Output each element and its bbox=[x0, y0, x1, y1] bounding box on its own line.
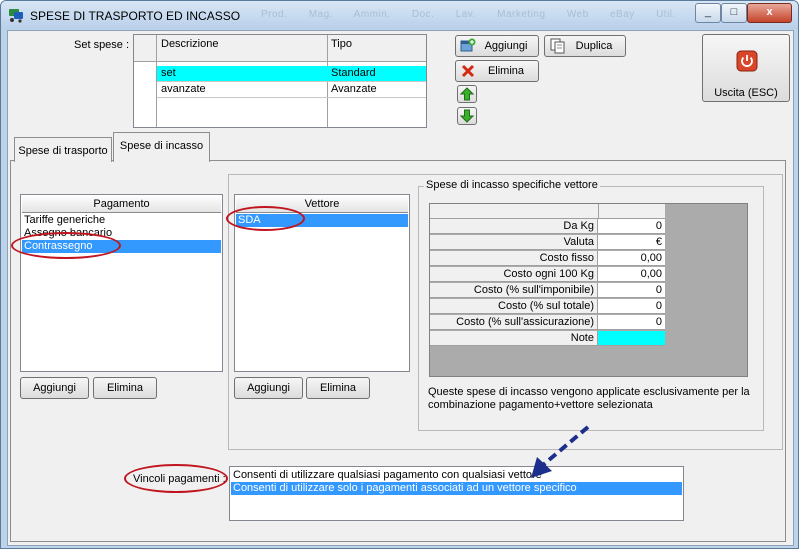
list-item-selected[interactable]: Consenti di utilizzare solo i pagamenti … bbox=[231, 482, 682, 495]
row-separator bbox=[157, 97, 426, 98]
uscita-button[interactable]: Uscita (ESC) bbox=[702, 34, 790, 102]
vettore-list-header[interactable]: Vettore bbox=[236, 196, 408, 213]
grid-divider bbox=[598, 204, 599, 218]
ghost-menu-item: eBay bbox=[610, 9, 635, 20]
spese-specifiche-legend: Spese di incasso specifiche vettore bbox=[424, 179, 600, 191]
grid-header bbox=[430, 204, 665, 219]
spec-row[interactable]: Da Kg 0 bbox=[430, 219, 665, 235]
pagamento-list-header[interactable]: Pagamento bbox=[22, 196, 221, 213]
title-bar[interactable]: SPESE DI TRASPORTO ED INCASSO Prod. Mag.… bbox=[1, 1, 798, 29]
move-up-button[interactable] bbox=[457, 85, 477, 103]
note-value-cell[interactable] bbox=[598, 331, 665, 346]
minimize-button[interactable]: _ bbox=[695, 3, 721, 23]
set-spese-label: Set spese : bbox=[74, 39, 130, 51]
spec-value[interactable]: 0 bbox=[598, 299, 665, 314]
ghost-menu-item: Lav. bbox=[455, 9, 476, 20]
vettore-aggiungi-button[interactable]: Aggiungi bbox=[234, 377, 303, 399]
vincoli-pagamenti-label: Vincoli pagamenti : bbox=[133, 473, 226, 485]
arrow-down-icon bbox=[460, 109, 474, 123]
spec-row[interactable]: Note bbox=[430, 331, 665, 347]
pagamento-aggiungi-button[interactable]: Aggiungi bbox=[20, 377, 89, 399]
spec-label: Costo (% sull'imponibile) bbox=[430, 283, 598, 298]
move-down-button[interactable] bbox=[457, 107, 477, 125]
list-item-selected[interactable]: Contrassegno bbox=[22, 240, 221, 253]
aggiungi-set-button[interactable]: Aggiungi bbox=[455, 35, 539, 57]
spec-value[interactable]: 0,00 bbox=[598, 267, 665, 282]
spec-label: Da Kg bbox=[430, 219, 598, 234]
grid-column-descrizione[interactable]: Descrizione bbox=[161, 38, 218, 50]
spec-row[interactable]: Costo (% sull'imponibile) 0 bbox=[430, 283, 665, 299]
annotation-arrow-icon bbox=[531, 425, 590, 478]
vettore-list[interactable]: Vettore SDA bbox=[234, 194, 410, 372]
maximize-button[interactable]: □ bbox=[721, 3, 747, 23]
set-spese-grid[interactable]: Descrizione Tipo set Standard avanzate A… bbox=[133, 34, 427, 128]
pagamento-list[interactable]: Pagamento Tariffe generiche Assegno banc… bbox=[20, 194, 223, 372]
ghost-menu-item: Util. bbox=[656, 9, 676, 20]
ghost-menu-item: Ammin. bbox=[353, 9, 391, 20]
spec-row[interactable]: Costo fisso 0,00 bbox=[430, 251, 665, 267]
spec-label: Valuta bbox=[430, 235, 598, 250]
elimina-set-label: Elimina bbox=[487, 65, 525, 77]
spec-label: Costo (% sul totale) bbox=[430, 299, 598, 314]
list-item[interactable]: Assegno bancario bbox=[22, 227, 221, 240]
duplicate-icon bbox=[550, 38, 565, 54]
app-window: SPESE DI TRASPORTO ED INCASSO Prod. Mag.… bbox=[0, 0, 799, 549]
ghost-menu-item: Marketing bbox=[497, 9, 546, 20]
ghost-menu-item: Web bbox=[566, 9, 589, 20]
elimina-set-button[interactable]: Elimina bbox=[455, 60, 539, 82]
spese-specifiche-grid[interactable]: Da Kg 0 Valuta € Costo fisso 0,00 Costo … bbox=[429, 203, 748, 377]
table-row-tipo[interactable]: Avanzate bbox=[331, 83, 377, 95]
spec-row[interactable]: Costo (% sul totale) 0 bbox=[430, 299, 665, 315]
spec-label: Costo ogni 100 Kg bbox=[430, 267, 598, 282]
spec-value[interactable]: 0 bbox=[598, 315, 665, 330]
spec-row[interactable]: Costo (% sull'assicurazione) 0 bbox=[430, 315, 665, 331]
vincoli-pagamenti-list[interactable]: Consenti di utilizzare qualsiasi pagamen… bbox=[229, 466, 684, 521]
grid-column-tipo[interactable]: Tipo bbox=[331, 38, 352, 50]
vettore-elimina-button[interactable]: Elimina bbox=[306, 377, 370, 399]
delete-x-icon bbox=[461, 64, 475, 78]
spec-row[interactable]: Valuta € bbox=[430, 235, 665, 251]
background-menu-ghost: Prod. Mag. Ammin. Doc. Lav. Marketing We… bbox=[261, 9, 694, 20]
spec-value[interactable]: 0 bbox=[598, 283, 665, 298]
uscita-label: Uscita (ESC) bbox=[714, 87, 778, 99]
spec-label: Costo (% sull'assicurazione) bbox=[430, 315, 598, 330]
tab-spese-di-incasso[interactable]: Spese di incasso bbox=[113, 132, 210, 162]
close-button[interactable]: x bbox=[747, 3, 792, 23]
power-icon bbox=[736, 50, 758, 72]
table-row-tipo[interactable]: Standard bbox=[331, 67, 376, 79]
ghost-menu-item: Mag. bbox=[308, 9, 333, 20]
dialog-client-area: Set spese : Descrizione Tipo set Standar… bbox=[7, 30, 794, 546]
arrow-up-icon bbox=[460, 87, 474, 101]
spec-value[interactable]: 0 bbox=[598, 219, 665, 234]
spec-value[interactable]: 0,00 bbox=[598, 251, 665, 266]
window-title: SPESE DI TRASPORTO ED INCASSO bbox=[30, 9, 241, 23]
duplica-set-button[interactable]: Duplica bbox=[544, 35, 626, 57]
spec-label: Note bbox=[430, 331, 598, 346]
row-separator bbox=[157, 81, 426, 82]
spec-label: Costo fisso bbox=[430, 251, 598, 266]
add-record-icon bbox=[460, 38, 476, 52]
spec-row[interactable]: Costo ogni 100 Kg 0,00 bbox=[430, 267, 665, 283]
ghost-menu-item: Doc. bbox=[411, 9, 435, 20]
table-row-descrizione[interactable]: set bbox=[161, 67, 176, 79]
list-item[interactable]: Tariffe generiche bbox=[22, 214, 221, 227]
list-item[interactable]: Consenti di utilizzare qualsiasi pagamen… bbox=[231, 469, 682, 482]
spec-value[interactable]: € bbox=[598, 235, 665, 250]
list-item-selected[interactable]: SDA bbox=[236, 214, 408, 227]
tab-spese-di-trasporto[interactable]: Spese di trasporto bbox=[14, 137, 112, 162]
app-icon bbox=[9, 9, 23, 23]
ghost-menu-item: Prod. bbox=[261, 9, 288, 20]
table-row-selected-highlight bbox=[157, 66, 426, 81]
pagamento-elimina-button[interactable]: Elimina bbox=[93, 377, 157, 399]
table-row-descrizione[interactable]: avanzate bbox=[161, 83, 206, 95]
spese-specifiche-note: Queste spese di incasso vengono applicat… bbox=[428, 386, 750, 411]
